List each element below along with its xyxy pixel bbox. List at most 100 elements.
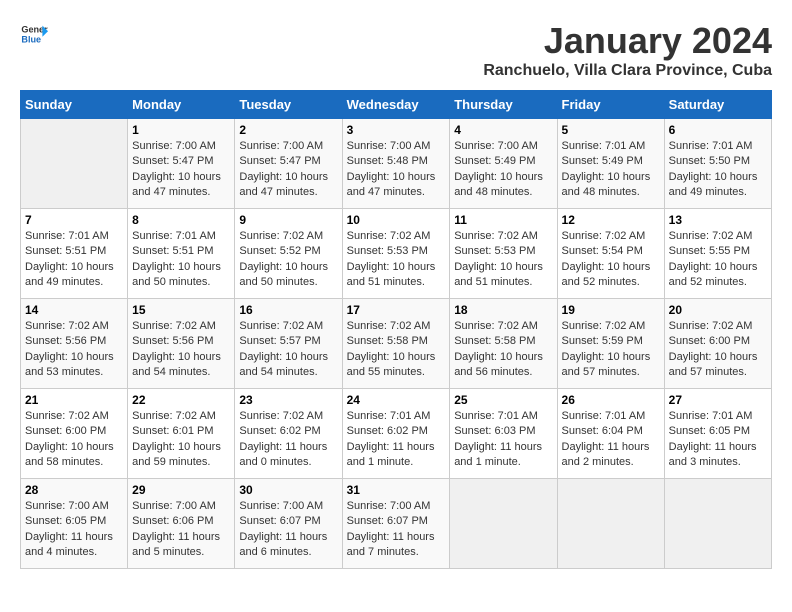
day-info: Sunrise: 7:02 AMSunset: 5:56 PMDaylight:… xyxy=(25,319,123,381)
calendar-cell: 6 Sunrise: 7:01 AMSunset: 5:50 PMDaylight… xyxy=(664,119,771,209)
col-wednesday: Wednesday xyxy=(342,91,450,119)
day-info: Sunrise: 7:02 AMSunset: 6:02 PMDaylight:… xyxy=(239,409,337,471)
col-monday: Monday xyxy=(128,91,235,119)
calendar-cell: 24 Sunrise: 7:01 AMSunset: 6:02 PMDayligh… xyxy=(342,389,450,479)
day-info: Sunrise: 7:00 AMSunset: 6:07 PMDaylight:… xyxy=(347,499,446,561)
calendar-cell: 25Sunrise: 7:01 AMSunset: 6:03 PMDayligh… xyxy=(450,389,557,479)
day-info: Sunrise: 7:02 AMSunset: 5:59 PMDaylight:… xyxy=(562,319,660,381)
col-saturday: Saturday xyxy=(664,91,771,119)
calendar-cell: 11Sunrise: 7:02 AMSunset: 5:53 PMDayligh… xyxy=(450,209,557,299)
day-number: 14 xyxy=(25,303,123,317)
day-number: 22 xyxy=(132,393,230,407)
day-info: Sunrise: 7:02 AMSunset: 5:54 PMDaylight:… xyxy=(562,229,660,291)
calendar-cell: 2Sunrise: 7:00 AMSunset: 5:47 PMDaylight… xyxy=(235,119,342,209)
calendar-cell: 20 Sunrise: 7:02 AMSunset: 6:00 PMDayligh… xyxy=(664,299,771,389)
day-info: Sunrise: 7:01 AMSunset: 6:03 PMDaylight:… xyxy=(454,409,552,471)
day-number: 3 xyxy=(347,123,446,137)
calendar-week-5: 28 Sunrise: 7:00 AMSunset: 6:05 PMDayligh… xyxy=(21,479,772,569)
calendar-cell: 17 Sunrise: 7:02 AMSunset: 5:58 PMDayligh… xyxy=(342,299,450,389)
day-info: Sunrise: 7:02 AMSunset: 5:53 PMDaylight:… xyxy=(347,229,446,291)
calendar-cell: 3 Sunrise: 7:00 AMSunset: 5:48 PMDaylight… xyxy=(342,119,450,209)
day-number: 27 xyxy=(669,393,767,407)
col-thursday: Thursday xyxy=(450,91,557,119)
header-row: Sunday Monday Tuesday Wednesday Thursday… xyxy=(21,91,772,119)
col-tuesday: Tuesday xyxy=(235,91,342,119)
day-number: 13 xyxy=(669,213,767,227)
day-number: 23 xyxy=(239,393,337,407)
day-number: 31 xyxy=(347,483,446,497)
day-info: Sunrise: 7:02 AMSunset: 5:52 PMDaylight:… xyxy=(239,229,337,291)
header: General Blue January 2024 Ranchuelo, Vil… xyxy=(20,20,772,80)
day-info: Sunrise: 7:01 AMSunset: 5:51 PMDaylight:… xyxy=(25,229,123,291)
day-info: Sunrise: 7:01 AMSunset: 6:02 PMDaylight:… xyxy=(347,409,446,471)
calendar-cell: 4 Sunrise: 7:00 AMSunset: 5:49 PMDaylight… xyxy=(450,119,557,209)
day-info: Sunrise: 7:00 AMSunset: 5:47 PMDaylight:… xyxy=(239,139,337,201)
calendar-cell: 22 Sunrise: 7:02 AMSunset: 6:01 PMDayligh… xyxy=(128,389,235,479)
calendar-cell: 7 Sunrise: 7:01 AMSunset: 5:51 PMDaylight… xyxy=(21,209,128,299)
day-info: Sunrise: 7:02 AMSunset: 5:58 PMDaylight:… xyxy=(454,319,552,381)
day-number: 6 xyxy=(669,123,767,137)
day-number: 5 xyxy=(562,123,660,137)
month-title: January 2024 xyxy=(483,20,772,62)
calendar-cell: 21 Sunrise: 7:02 AMSunset: 6:00 PMDayligh… xyxy=(21,389,128,479)
location-title: Ranchuelo, Villa Clara Province, Cuba xyxy=(483,62,772,80)
day-info: Sunrise: 7:02 AMSunset: 5:58 PMDaylight:… xyxy=(347,319,446,381)
day-number: 8 xyxy=(132,213,230,227)
day-info: Sunrise: 7:01 AMSunset: 6:05 PMDaylight:… xyxy=(669,409,767,471)
day-number: 26 xyxy=(562,393,660,407)
day-info: Sunrise: 7:00 AMSunset: 6:06 PMDaylight:… xyxy=(132,499,230,561)
calendar-cell: 13 Sunrise: 7:02 AMSunset: 5:55 PMDayligh… xyxy=(664,209,771,299)
calendar-cell: 30 Sunrise: 7:00 AMSunset: 6:07 PMDayligh… xyxy=(235,479,342,569)
calendar-cell: 19Sunrise: 7:02 AMSunset: 5:59 PMDayligh… xyxy=(557,299,664,389)
calendar-cell: 8Sunrise: 7:01 AMSunset: 5:51 PMDaylight… xyxy=(128,209,235,299)
calendar-week-1: 1 Sunrise: 7:00 AMSunset: 5:47 PMDaylight… xyxy=(21,119,772,209)
day-info: Sunrise: 7:02 AMSunset: 6:00 PMDaylight:… xyxy=(669,319,767,381)
day-number: 1 xyxy=(132,123,230,137)
col-sunday: Sunday xyxy=(21,91,128,119)
calendar-cell xyxy=(664,479,771,569)
calendar-cell: 18 Sunrise: 7:02 AMSunset: 5:58 PMDayligh… xyxy=(450,299,557,389)
calendar-cell: 14 Sunrise: 7:02 AMSunset: 5:56 PMDayligh… xyxy=(21,299,128,389)
day-number: 16 xyxy=(239,303,337,317)
calendar-cell: 29 Sunrise: 7:00 AMSunset: 6:06 PMDayligh… xyxy=(128,479,235,569)
day-number: 7 xyxy=(25,213,123,227)
svg-text:Blue: Blue xyxy=(21,34,41,44)
title-area: January 2024 Ranchuelo, Villa Clara Prov… xyxy=(483,20,772,80)
day-number: 10 xyxy=(347,213,446,227)
calendar-cell: 28 Sunrise: 7:00 AMSunset: 6:05 PMDayligh… xyxy=(21,479,128,569)
day-number: 30 xyxy=(239,483,337,497)
day-number: 20 xyxy=(669,303,767,317)
day-info: Sunrise: 7:00 AMSunset: 6:07 PMDaylight:… xyxy=(239,499,337,561)
day-number: 21 xyxy=(25,393,123,407)
calendar-table: Sunday Monday Tuesday Wednesday Thursday… xyxy=(20,90,772,569)
day-number: 28 xyxy=(25,483,123,497)
day-info: Sunrise: 7:00 AMSunset: 6:05 PMDaylight:… xyxy=(25,499,123,561)
day-number: 29 xyxy=(132,483,230,497)
day-number: 15 xyxy=(132,303,230,317)
day-info: Sunrise: 7:01 AMSunset: 6:04 PMDaylight:… xyxy=(562,409,660,471)
day-number: 4 xyxy=(454,123,552,137)
calendar-week-4: 21 Sunrise: 7:02 AMSunset: 6:00 PMDayligh… xyxy=(21,389,772,479)
calendar-cell: 23 Sunrise: 7:02 AMSunset: 6:02 PMDayligh… xyxy=(235,389,342,479)
calendar-cell: 15Sunrise: 7:02 AMSunset: 5:56 PMDayligh… xyxy=(128,299,235,389)
col-friday: Friday xyxy=(557,91,664,119)
day-number: 17 xyxy=(347,303,446,317)
day-info: Sunrise: 7:02 AMSunset: 6:01 PMDaylight:… xyxy=(132,409,230,471)
calendar-cell: 9 Sunrise: 7:02 AMSunset: 5:52 PMDaylight… xyxy=(235,209,342,299)
day-info: Sunrise: 7:00 AMSunset: 5:48 PMDaylight:… xyxy=(347,139,446,201)
day-info: Sunrise: 7:02 AMSunset: 6:00 PMDaylight:… xyxy=(25,409,123,471)
day-info: Sunrise: 7:02 AMSunset: 5:55 PMDaylight:… xyxy=(669,229,767,291)
calendar-week-2: 7 Sunrise: 7:01 AMSunset: 5:51 PMDaylight… xyxy=(21,209,772,299)
day-info: Sunrise: 7:01 AMSunset: 5:50 PMDaylight:… xyxy=(669,139,767,201)
calendar-cell: 10 Sunrise: 7:02 AMSunset: 5:53 PMDayligh… xyxy=(342,209,450,299)
day-number: 9 xyxy=(239,213,337,227)
calendar-cell: 5Sunrise: 7:01 AMSunset: 5:49 PMDaylight… xyxy=(557,119,664,209)
day-info: Sunrise: 7:00 AMSunset: 5:47 PMDaylight:… xyxy=(132,139,230,201)
day-number: 18 xyxy=(454,303,552,317)
calendar-cell: 27 Sunrise: 7:01 AMSunset: 6:05 PMDayligh… xyxy=(664,389,771,479)
day-number: 24 xyxy=(347,393,446,407)
calendar-cell: 26 Sunrise: 7:01 AMSunset: 6:04 PMDayligh… xyxy=(557,389,664,479)
calendar-cell xyxy=(450,479,557,569)
calendar-cell: 16Sunrise: 7:02 AMSunset: 5:57 PMDayligh… xyxy=(235,299,342,389)
day-info: Sunrise: 7:00 AMSunset: 5:49 PMDaylight:… xyxy=(454,139,552,201)
